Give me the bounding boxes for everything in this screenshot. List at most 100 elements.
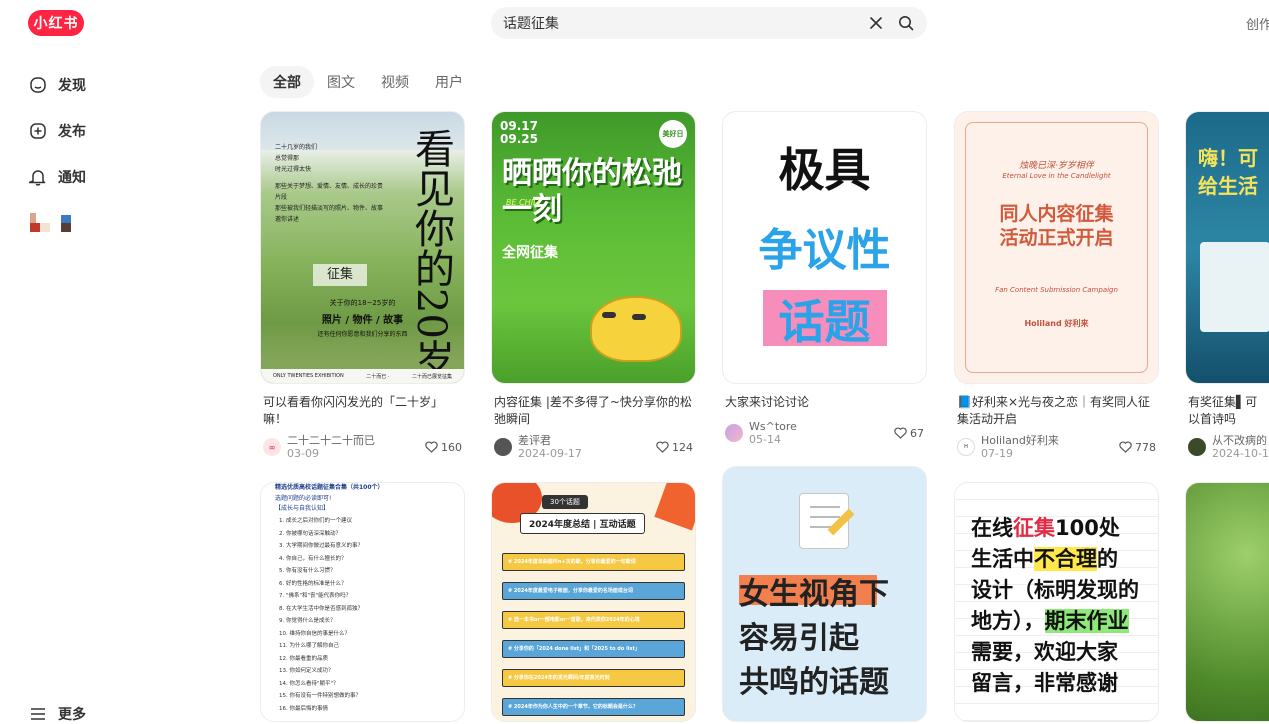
- author-name[interactable]: 差评君: [518, 434, 656, 447]
- note-card[interactable]: 在线征集100处 生活中不合理的 设计（标明发现的 地方），期末作业 需要，欢迎…: [954, 482, 1159, 722]
- note-cover-image[interactable]: 30个话题 2024年度总结 | 互动话题 # 2024年度单曲循环n+次的歌，…: [491, 482, 696, 722]
- note-card[interactable]: 女生视角下 容易引起 共鸣的话题: [722, 466, 927, 722]
- cover-line: 那些被我们轻描淡写的照片、物件、故事: [275, 205, 384, 212]
- like-button[interactable]: 67: [894, 427, 924, 440]
- notepad-icon: [799, 493, 855, 549]
- sidebar-item-label: 通知: [58, 170, 86, 186]
- author-name[interactable]: Holiland好利来: [981, 434, 1119, 447]
- sidebar-item-discover[interactable]: 发现: [0, 62, 200, 108]
- topic-rows: # 2024年度单曲循环n+次的歌，分享你最爱的一句歌词 # 2024年度最爱电子…: [502, 553, 685, 721]
- like-count: 67: [910, 426, 924, 440]
- cover-text-part: 不合理: [1034, 547, 1097, 571]
- topic-row: # 分享你在2024年的发光瞬间/年度高光时刻: [502, 669, 685, 687]
- sidebar-item-publish[interactable]: 发布: [0, 108, 200, 154]
- cover-text: 在线征集100处 生活中不合理的 设计（标明发现的 地方），期末作业 需要，欢迎…: [971, 513, 1148, 699]
- cover-line: 极具: [778, 143, 871, 197]
- like-count: 124: [672, 440, 693, 454]
- note-cover-image[interactable]: 嗨！可 给生活: [1185, 111, 1269, 384]
- cover-badge: 30个话题: [542, 495, 588, 509]
- author-name[interactable]: 二十二十二十而已: [287, 434, 425, 447]
- note-card[interactable]: 烛晚已深·岁岁相伴 Eternal Love in the Candleligh…: [954, 111, 1159, 460]
- creator-center-link[interactable]: 创作: [1246, 14, 1269, 33]
- cover-line: 给生活: [1198, 174, 1258, 198]
- topic-list-item: 10. 维持你自信的事是什么？: [279, 630, 350, 637]
- note-card[interactable]: 30个话题 2024年度总结 | 互动话题 # 2024年度单曲循环n+次的歌，…: [491, 482, 696, 722]
- note-card[interactable]: 极具 争议性 话题 大家来讨论讨论 Ws^tore 05-14 67: [722, 111, 927, 446]
- avatar: [30, 213, 71, 232]
- note-cover-image[interactable]: 09.17 09.25 美好日 晒晒你的松弛一刻 全网征集 BE CHILL: [491, 111, 696, 384]
- note-title[interactable]: 可以看看你闪闪发光的「二十岁」嘛！: [260, 394, 465, 428]
- cover-line: 还有任何你愿意和我们分享的东西: [317, 331, 408, 338]
- note-card[interactable]: 嗨！可 给生活 有奖征集▌可以首诗吗 从不改病的 2024-10-1: [1185, 111, 1269, 460]
- sidebar: 发现 发布 通知: [0, 62, 200, 246]
- sidebar-item-label: 发现: [58, 78, 86, 94]
- like-button[interactable]: 160: [425, 441, 462, 454]
- note-cover-image[interactable]: 极具 争议性 话题: [722, 111, 927, 384]
- note-title[interactable]: 内容征集 |差不多得了~快分享你的松弛瞬间: [491, 394, 696, 428]
- cover-badge: 美好日: [659, 120, 687, 148]
- cover-line: 话题: [778, 295, 871, 349]
- note-card[interactable]: [1185, 482, 1269, 722]
- tab-video[interactable]: 视频: [368, 66, 422, 98]
- tab-user[interactable]: 用户: [422, 66, 476, 98]
- more-label: 更多: [58, 707, 86, 723]
- cover-line: 那些关于梦想、爱情、友情、成长的珍贵片段: [275, 183, 384, 201]
- tab-all[interactable]: 全部: [260, 66, 314, 98]
- cover-text-part: 生活中: [971, 547, 1034, 571]
- note-card[interactable]: 09.17 09.25 美好日 晒晒你的松弛一刻 全网征集 BE CHILL 内…: [491, 111, 696, 460]
- plus-icon: [30, 123, 46, 139]
- sidebar-item-profile[interactable]: [0, 200, 200, 246]
- clear-icon[interactable]: [867, 14, 885, 32]
- author-name[interactable]: 从不改病的: [1212, 434, 1269, 447]
- note-cover-image[interactable]: [1185, 482, 1269, 722]
- note-card[interactable]: 二十几岁的我们 总觉得那 时光过得太快 那些关于梦想、爱情、友情、成长的珍贵片段…: [260, 111, 465, 460]
- topic-list-item: 13. 你如何定义成功？: [279, 668, 334, 674]
- topic-list-item: 7. "佛系"和"丧"能代表你吗？: [279, 593, 352, 599]
- note-title[interactable]: 有奖征集▌可以首诗吗: [1185, 394, 1269, 428]
- post-date: 05-14: [749, 433, 781, 446]
- note-cover-image[interactable]: 在线征集100处 生活中不合理的 设计（标明发现的 地方），期末作业 需要，欢迎…: [954, 482, 1159, 722]
- topic-row: # 2024年作为你人生中的一个章节，它的标题会是什么？: [502, 698, 685, 716]
- search-bar[interactable]: [491, 7, 927, 39]
- author-avatar[interactable]: H: [957, 438, 975, 456]
- like-button[interactable]: 778: [1119, 441, 1156, 454]
- topic-list-item: 5. 你有没有什么习惯？: [279, 568, 336, 574]
- duck-illustration: [590, 296, 682, 362]
- heart-icon: [656, 441, 669, 453]
- post-date: 07-19: [981, 447, 1013, 460]
- author-avatar[interactable]: [1188, 438, 1206, 456]
- author-avatar[interactable]: [725, 424, 743, 442]
- sidebar-more[interactable]: 更多: [29, 704, 86, 724]
- topic-list-item: 3. 大学期间你做过最有意义的事？: [279, 543, 363, 549]
- like-button[interactable]: 124: [656, 441, 693, 454]
- author-name[interactable]: Ws^tore: [749, 420, 894, 433]
- bell-icon: [29, 170, 46, 186]
- cover-line: 共鸣的话题: [739, 665, 889, 700]
- cover-line: 照片 / 物件 / 故事: [321, 315, 404, 326]
- note-card[interactable]: 精选优质高校话题征集合集（共100个） 选题问题的必读即可! 【成长与自我认知】…: [260, 482, 465, 722]
- cover-text-part: 期末作业: [1044, 609, 1129, 633]
- cover-text-part: 地方），: [971, 609, 1045, 633]
- xiaohongshu-logo[interactable]: 小红书: [28, 10, 84, 36]
- cover-sub: 【成长与自我认知】: [275, 505, 330, 512]
- heart-icon: [425, 441, 438, 453]
- note-cover-image[interactable]: 烛晚已深·岁岁相伴 Eternal Love in the Candleligh…: [954, 111, 1159, 384]
- cover-brand: Holiland 好利来: [1024, 319, 1089, 328]
- note-cover-image[interactable]: 女生视角下 容易引起 共鸣的话题: [722, 466, 927, 722]
- tab-image-text[interactable]: 图文: [314, 66, 368, 98]
- topic-row: # 2024年度最爱电子帐面，分享你最爱的名场面或台词: [502, 582, 685, 600]
- cover-line: 总觉得那: [275, 155, 300, 162]
- topic-list-item: 9. 你觉得什么是成长？: [279, 618, 336, 624]
- post-date: 2024-10-1: [1212, 447, 1269, 460]
- sidebar-item-notifications[interactable]: 通知: [0, 154, 200, 200]
- cover-line: 邀你讲述: [275, 216, 300, 223]
- cover-headline: 看见你的20岁: [408, 128, 454, 379]
- note-cover-image[interactable]: 二十几岁的我们 总觉得那 时光过得太快 那些关于梦想、爱情、友情、成长的珍贵片段…: [260, 111, 465, 384]
- author-avatar[interactable]: [494, 438, 512, 456]
- cover-headline: 晒晒你的松弛一刻: [502, 156, 682, 227]
- author-avatar[interactable]: ∞: [263, 438, 281, 456]
- note-title[interactable]: 📘好利来×光与夜之恋｜有奖同人征集活动开启: [954, 394, 1159, 428]
- search-icon[interactable]: [897, 14, 915, 32]
- search-input[interactable]: [503, 15, 855, 31]
- note-cover-image[interactable]: 精选优质高校话题征集合集（共100个） 选题问题的必读即可! 【成长与自我认知】…: [260, 482, 465, 722]
